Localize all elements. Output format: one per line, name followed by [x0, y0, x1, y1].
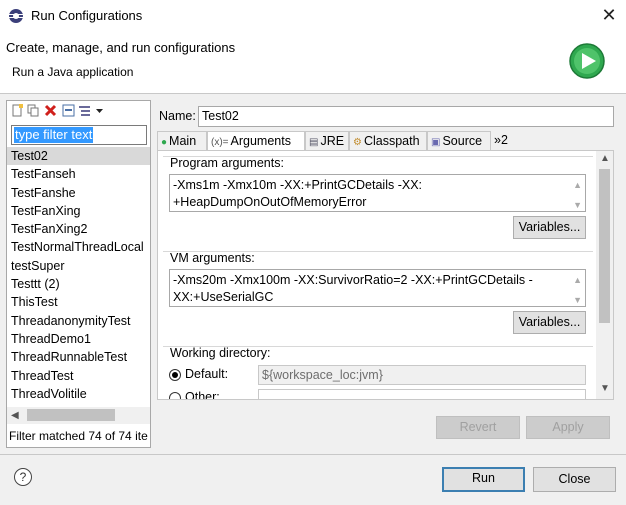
- other-label: Other:: [185, 390, 220, 399]
- default-label: Default:: [185, 367, 229, 381]
- scroll-up-icon[interactable]: ▲: [600, 153, 610, 164]
- run-banner-icon: [569, 43, 605, 79]
- vm-variables-button[interactable]: Variables...: [513, 311, 586, 334]
- name-input[interactable]: Test02: [198, 106, 614, 127]
- other-row-clip: Other:: [163, 389, 594, 399]
- chevron-down-icon[interactable]: ▼: [573, 197, 582, 214]
- list-item[interactable]: ThreadRunnableTest: [7, 348, 150, 366]
- filter-input[interactable]: type filter text: [11, 125, 147, 145]
- more-tabs-icon[interactable]: »2: [491, 131, 513, 151]
- tab-arguments[interactable]: (x)= Arguments: [207, 131, 305, 152]
- view-menu-chevron-down-icon[interactable]: [93, 104, 106, 117]
- tab-classpath[interactable]: ⚙ Classpath: [349, 131, 427, 151]
- tab-source[interactable]: ▣ Source: [427, 131, 491, 151]
- list-item[interactable]: Test02: [7, 147, 150, 166]
- list-item[interactable]: ThreadTest: [7, 367, 150, 385]
- program-arguments-field[interactable]: -Xms1m -Xmx10m -XX:+PrintGCDetails -XX: …: [169, 174, 586, 212]
- filter-status: Filter matched 74 of 74 items: [9, 429, 148, 443]
- vm-arguments-field[interactable]: -Xms20m -Xmx100m -XX:SurvivorRatio=2 -XX…: [169, 269, 586, 307]
- title-bar: Run Configurations ✕: [0, 0, 626, 31]
- list-item[interactable]: TestFanXing2: [7, 220, 150, 238]
- working-directory-label: Working directory:: [170, 346, 271, 360]
- other-radio[interactable]: [169, 392, 181, 399]
- eclipse-app-icon: [9, 9, 23, 23]
- header-title: Create, manage, and run configurations: [6, 40, 236, 55]
- dialog-header: Create, manage, and run configurations R…: [0, 31, 626, 94]
- other-directory-field[interactable]: [258, 389, 586, 399]
- new-configuration-icon[interactable]: [11, 104, 24, 117]
- collapse-all-icon[interactable]: [78, 104, 91, 117]
- panel-vertical-scrollbar[interactable]: ▲ ▼: [596, 151, 613, 399]
- scrollbar-thumb[interactable]: [27, 409, 115, 421]
- name-label: Name:: [159, 109, 196, 123]
- chevron-up-icon[interactable]: ▲: [573, 177, 582, 194]
- list-item[interactable]: ThreadVolitile: [7, 385, 150, 403]
- delete-icon[interactable]: [44, 104, 57, 117]
- list-item[interactable]: TestFanshe: [7, 184, 150, 202]
- vm-arguments-label: VM arguments:: [170, 251, 255, 265]
- tab-bar: ● Main (x)= Arguments ▤ JRE ⚙ Classpath ▣ Sou…: [157, 131, 614, 152]
- chevron-down-icon[interactable]: ▼: [573, 292, 582, 309]
- configuration-list[interactable]: Test02 TestFanseh TestFanshe TestFanXing…: [7, 147, 150, 405]
- help-icon[interactable]: ?: [14, 468, 32, 486]
- list-item[interactable]: ThisTest: [7, 293, 150, 311]
- scrollbar-thumb[interactable]: [599, 169, 610, 323]
- list-horizontal-scrollbar[interactable]: ◀: [7, 407, 150, 424]
- list-item[interactable]: testSuper: [7, 257, 150, 275]
- list-item[interactable]: ThreadanonymityTest: [7, 312, 150, 330]
- duplicate-icon[interactable]: [27, 104, 40, 117]
- list-item[interactable]: ThreadDemo1: [7, 330, 150, 348]
- filter-placeholder: type filter text: [14, 127, 94, 143]
- program-arguments-label: Program arguments:: [170, 156, 284, 170]
- tab-main[interactable]: ● Main: [157, 131, 207, 151]
- default-directory-field: ${workspace_loc:jvm}: [258, 365, 586, 385]
- scroll-left-icon[interactable]: ◀: [11, 410, 19, 421]
- footer-divider: [0, 454, 626, 455]
- list-item[interactable]: TestFanseh: [7, 165, 150, 183]
- run-button[interactable]: Run: [442, 467, 525, 492]
- close-window-icon[interactable]: ✕: [596, 3, 622, 27]
- chevron-up-icon[interactable]: ▲: [573, 272, 582, 289]
- configurations-pane: type filter text Test02 TestFanseh TestF…: [6, 100, 151, 448]
- filter-icon[interactable]: [62, 104, 75, 117]
- default-radio[interactable]: [169, 369, 181, 381]
- list-item[interactable]: Testtt (2): [7, 275, 150, 293]
- scroll-down-icon[interactable]: ▼: [600, 383, 610, 394]
- list-item[interactable]: TestNormalThreadLocal: [7, 238, 150, 256]
- window-title: Run Configurations: [31, 8, 143, 23]
- program-variables-button[interactable]: Variables...: [513, 216, 586, 239]
- tab-jre[interactable]: ▤ JRE: [305, 131, 349, 151]
- revert-button[interactable]: Revert: [436, 416, 520, 439]
- configurations-toolbar: [7, 101, 150, 121]
- close-button[interactable]: Close: [533, 467, 616, 492]
- apply-button[interactable]: Apply: [526, 416, 610, 439]
- list-item[interactable]: TestFanXing: [7, 202, 150, 220]
- header-subtitle: Run a Java application: [12, 65, 134, 79]
